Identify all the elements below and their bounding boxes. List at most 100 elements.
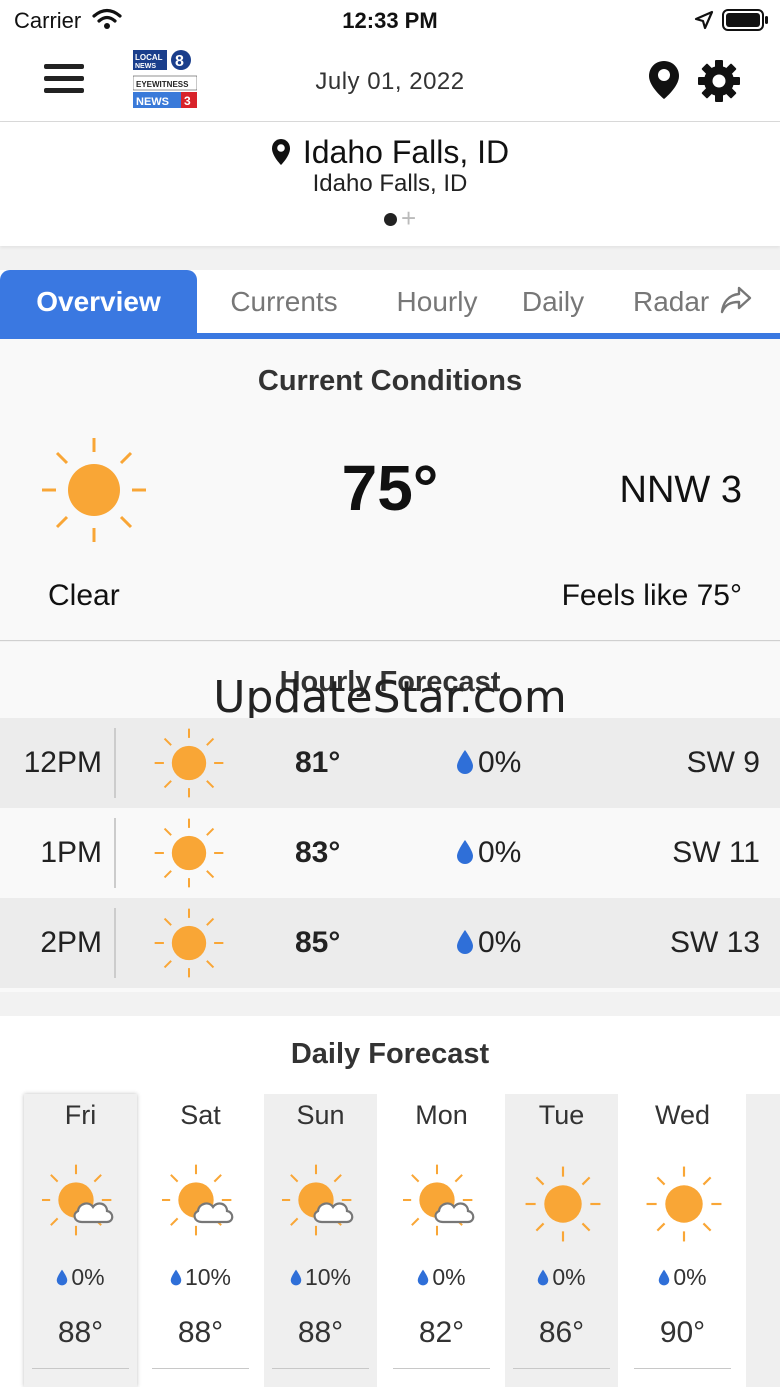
hour-precip-value: 0% [478,926,522,959]
day-precip-value: 0% [673,1264,707,1290]
divider [114,908,116,978]
day-precip: 10% [144,1264,257,1291]
day-precip: 0% [24,1264,137,1291]
divider [114,728,116,798]
day-column[interactable]: Tue 0% 86° [505,1094,618,1387]
daily-forecast-title: Daily Forecast [290,1038,490,1070]
day-column-partial[interactable] [746,1094,780,1387]
partly-cloudy-icon [42,1164,114,1237]
day-precip: 0% [385,1264,498,1291]
location-pin-icon [271,139,290,165]
raindrop-icon [659,1269,670,1286]
divider [114,818,116,888]
raindrop-icon [538,1269,549,1286]
hourly-row[interactable]: 1PM 83° 0% SW 11 [0,808,780,898]
hour-wind: SW 9 [686,746,760,779]
day-temperature: 90° [659,1316,706,1349]
daily-forecast-panel: Daily Forecast Fri 0% 88° Sat 10% 88° Su… [0,1016,780,1387]
location-title-row[interactable]: Idaho Falls, ID [0,134,780,171]
svg-text:LOCAL: LOCAL [135,53,163,62]
tab-currents[interactable]: Currents [210,270,358,333]
divider [513,1368,610,1369]
day-precip-value: 0% [71,1264,105,1290]
day-name: Tue [538,1100,585,1130]
hourly-row[interactable]: 12PM 81° 0% SW 9 [0,718,780,808]
partly-cloudy-icon [403,1164,475,1237]
page-indicator-dot[interactable] [384,213,397,226]
raindrop-icon [418,1269,429,1286]
day-precip: 0% [626,1264,739,1291]
hour-temperature: 81° [295,746,341,779]
tab-daily[interactable]: Daily [504,270,602,333]
sun-icon [645,1165,723,1243]
status-time: 12:33 PM [342,8,438,33]
hour-precip: 0% [456,746,521,780]
hour-time: 2PM [40,926,102,959]
svg-text:NEWS: NEWS [136,96,169,108]
hour-wind: SW 13 [669,926,760,959]
raindrop-icon [290,1269,302,1286]
day-temperature: 88° [177,1316,224,1349]
hour-precip-value: 0% [478,746,522,779]
location-header[interactable]: Idaho Falls, ID Idaho Falls, ID [0,122,780,246]
day-temperature: 88° [297,1316,344,1349]
divider [634,1368,731,1369]
hour-time: 12PM [23,746,102,779]
hourly-forecast-panel: Hourly Forecast UpdateStar.com 12PM 81° … [0,642,780,992]
day-temperature: 88° [57,1316,104,1349]
day-column[interactable]: Sun 10% 88° [264,1094,377,1387]
sun-icon [153,727,225,799]
divider [32,1368,129,1369]
day-column[interactable]: Mon 0% 82° [385,1094,498,1387]
day-column[interactable]: Fri 0% 88° [24,1094,137,1387]
current-wind: NNW 3 [619,469,742,511]
day-precip-value: 0% [552,1264,586,1290]
feels-like: Feels like 75° [561,579,742,612]
location-subtitle: Idaho Falls, ID [312,170,468,197]
day-column[interactable]: Sat 10% 88° [144,1094,257,1387]
divider [272,1368,369,1369]
svg-text:3: 3 [184,94,191,108]
location-title: Idaho Falls, ID [302,134,510,170]
current-condition: Clear [48,579,120,612]
raindrop-icon [57,1269,68,1286]
nav-bar: LOCAL NEWS 8 EYEWITNESS NEWS 3 July 01, … [0,40,780,122]
hour-precip-value: 0% [478,836,522,869]
tab-radar[interactable]: Radar [618,270,768,333]
day-precip: 10% [264,1264,377,1291]
tab-hourly[interactable]: Hourly [378,270,496,333]
battery-icon [722,9,768,31]
day-precip-value: 10% [304,1264,352,1290]
hour-precip: 0% [456,836,521,870]
location-pin-icon[interactable] [648,60,680,100]
sun-icon [153,907,225,979]
location-arrow-icon [694,10,714,30]
day-column[interactable]: Wed 0% 90° [626,1094,739,1387]
day-temperature: 86° [538,1316,585,1349]
partly-cloudy-icon [162,1164,234,1237]
day-precip-value: 0% [432,1264,466,1290]
current-conditions-title: Current Conditions [257,365,523,397]
current-conditions-panel: Current Conditions 75° NNW 3 Clear Feels… [0,339,780,641]
raindrop-icon [457,930,473,954]
day-name: Mon [415,1100,468,1130]
tab-overview[interactable]: Overview [0,270,197,333]
raindrop-icon [457,840,473,864]
day-name: Fri [64,1100,97,1130]
divider [393,1368,490,1369]
raindrop-icon [170,1269,182,1286]
tab-bar: Overview Currents Hourly Daily Radar [0,270,780,339]
hour-time: 1PM [40,836,102,869]
hourly-row[interactable]: 2PM 85° 0% SW 13 [0,898,780,988]
day-name: Sun [296,1100,345,1130]
sun-icon [524,1165,602,1243]
raindrop-icon [457,750,473,774]
add-location-icon[interactable]: + [401,203,416,233]
hour-precip: 0% [456,926,521,960]
day-precip: 0% [505,1264,618,1291]
settings-gear-icon[interactable] [698,60,740,102]
divider [152,1368,249,1369]
status-bar: Carrier 12:33 PM [0,0,780,40]
sun-icon [153,817,225,889]
hour-temperature: 85° [295,926,341,959]
